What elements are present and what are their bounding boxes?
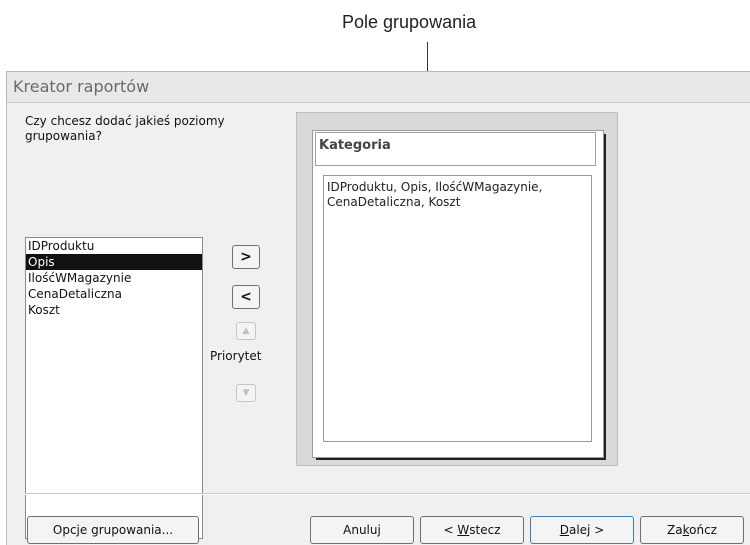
list-item[interactable]: IDProduktu [26, 238, 202, 254]
grouping-options-button[interactable]: Opcje grupowania... [27, 516, 199, 544]
next-button[interactable]: Dalej > [530, 516, 634, 544]
remove-grouping-button[interactable]: < [232, 285, 260, 309]
next-label: Dalej > [559, 523, 605, 537]
group-header-box: Kategoria [315, 132, 596, 166]
detail-line-2: CenaDetaliczna, Koszt [327, 195, 461, 209]
question-line-1: Czy chcesz dodać jakieś poziomy [25, 114, 225, 128]
titlebar: Kreator raportów [7, 72, 750, 103]
arrow-up-icon: ▲ [242, 326, 250, 336]
priority-up-button[interactable]: ▲ [236, 322, 256, 340]
list-item[interactable]: IlośćWMagazynie [26, 270, 202, 286]
list-item[interactable]: CenaDetaliczna [26, 286, 202, 302]
detail-fields-text: IDProduktu, Opis, IlośćWMagazynie, CenaD… [324, 176, 591, 214]
detail-line-1: IDProduktu, Opis, IlośćWMagazynie, [327, 180, 543, 194]
priority-label: Priorytet [210, 349, 262, 363]
finish-button[interactable]: Zakończ [640, 516, 744, 544]
window-title: Kreator raportów [13, 77, 150, 96]
callout-label: Pole grupowania [342, 12, 477, 32]
back-button[interactable]: < Wstecz [420, 516, 524, 544]
priority-down-button[interactable]: ▼ [236, 384, 256, 402]
list-item[interactable]: Koszt [26, 302, 202, 318]
group-field-label: Kategoria [319, 138, 391, 153]
detail-fields-box: IDProduktu, Opis, IlośćWMagazynie, CenaD… [323, 175, 592, 442]
cancel-button[interactable]: Anuluj [310, 516, 414, 544]
add-grouping-button[interactable]: > [232, 245, 260, 269]
list-item-selected[interactable]: Opis [26, 254, 202, 270]
arrow-down-icon: ▼ [242, 388, 250, 398]
finish-label: Zakończ [667, 523, 717, 537]
grouping-question: Czy chcesz dodać jakieś poziomy grupowan… [25, 114, 225, 144]
question-line-2: grupowania? [25, 129, 102, 143]
report-wizard-window: Kreator raportów Czy chcesz dodać jakieś… [6, 71, 750, 545]
back-label: < Wstecz [443, 523, 501, 537]
separator [25, 493, 750, 495]
